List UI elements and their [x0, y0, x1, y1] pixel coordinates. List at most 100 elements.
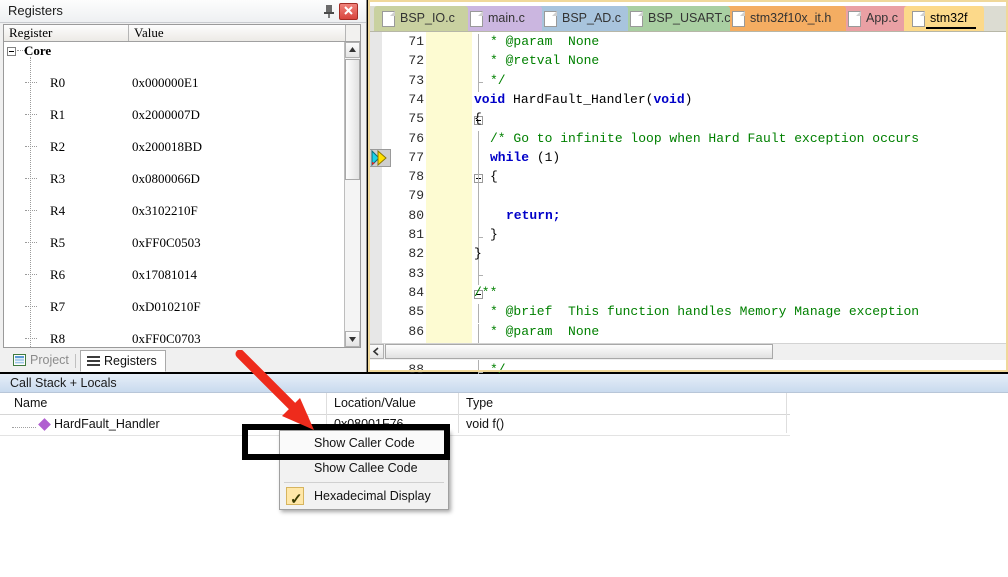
registers-vertical-scrollbar[interactable] [344, 42, 360, 347]
register-value[interactable]: 0x2000007D [132, 107, 200, 123]
editor-tab-bsp-usart-c[interactable]: BSP_USART.c [622, 6, 730, 31]
annotation-highlight-box [242, 424, 450, 460]
code-line-text[interactable]: while (1) [490, 150, 560, 165]
code-line-text[interactable]: { [490, 169, 498, 184]
line-number: 74 [408, 91, 424, 107]
tab-registers-label: Registers [104, 354, 157, 368]
call-stack-name: HardFault_Handler [54, 417, 160, 431]
code-fold-end [478, 275, 483, 277]
menu-item-label: Show Callee Code [314, 461, 418, 475]
hscrollbar-thumb[interactable] [385, 344, 773, 359]
register-value[interactable]: 0x200018BD [132, 139, 202, 155]
register-row[interactable]: R8 0xFF0C0703 [4, 331, 346, 347]
register-name: R2 [50, 139, 66, 154]
register-row[interactable]: R7 0xD010210F [4, 299, 346, 315]
code-lines[interactable]: 71 * @param None 72 * @retval None 73 */ 74 voi… [368, 32, 1008, 416]
menu-item-hexadecimal-display[interactable]: ✓ Hexadecimal Display [280, 484, 448, 509]
line-number: 76 [408, 130, 424, 146]
code-fold-line [478, 323, 479, 343]
pin-icon[interactable] [322, 4, 336, 18]
scroll-up-icon[interactable] [345, 42, 360, 58]
line-number: 86 [408, 323, 424, 339]
code-line-text[interactable]: } [490, 227, 498, 242]
code-line-text[interactable]: return; [506, 208, 561, 223]
call-stack-type: void f() [466, 417, 505, 431]
tab-project-label: Project [30, 353, 69, 367]
column-header-name[interactable]: Name [14, 396, 47, 410]
scrollbar-thumb[interactable] [345, 59, 360, 180]
register-row[interactable]: R6 0x17081014 [4, 267, 346, 283]
column-header-value[interactable]: Value [129, 25, 346, 41]
editor-tab-label: main.c [488, 11, 525, 25]
register-value[interactable]: 0xFF0C0703 [132, 331, 201, 347]
register-value[interactable]: 0x0800066D [132, 171, 200, 187]
editor-tab-label: BSP_AD.c [562, 11, 622, 25]
close-icon[interactable] [339, 3, 358, 20]
stack-frame-icon [38, 418, 51, 431]
line-number: 75 [408, 111, 424, 127]
code-line-text[interactable]: } [474, 246, 482, 261]
scroll-left-icon[interactable] [368, 344, 384, 359]
column-header-type[interactable]: Type [466, 396, 493, 410]
editor-tab-stm32f10x-it-h[interactable]: stm32f10x_it.h [724, 6, 846, 31]
register-value[interactable]: 0x17081014 [132, 267, 197, 283]
code-fold-line [478, 169, 479, 189]
code-line-text[interactable]: * @retval None [490, 53, 599, 68]
menu-separator [284, 482, 444, 483]
scroll-down-icon[interactable] [345, 331, 360, 347]
line-number: 73 [408, 72, 424, 88]
register-row[interactable]: R5 0xFF0C0503 [4, 235, 346, 251]
register-row[interactable]: R2 0x200018BD [4, 139, 346, 155]
registers-bottom-tabs: Project Registers [3, 350, 363, 372]
editor-tab-strip[interactable]: BSP_IO.c main.c BSP_AD.c BSP_USART.c stm32f1… [368, 6, 1008, 31]
file-icon [912, 11, 925, 27]
code-fold-line [478, 149, 479, 170]
tab-project[interactable]: Project [7, 350, 77, 372]
register-name: R8 [50, 331, 66, 346]
column-header-register[interactable]: Register [4, 25, 129, 41]
file-icon [630, 11, 643, 27]
code-view[interactable]: 71 * @param None 72 * @retval None 73 */ 74 voi… [368, 31, 1008, 416]
active-tab-underline [926, 27, 976, 29]
register-value[interactable]: 0x3102210F [132, 203, 198, 219]
code-fold-end [478, 82, 483, 84]
register-value[interactable]: 0xD010210F [132, 299, 201, 315]
code-line-text[interactable]: * @param None [490, 324, 599, 339]
register-value[interactable]: 0xFF0C0503 [132, 235, 201, 251]
register-row[interactable]: R3 0x0800066D [4, 171, 346, 187]
code-line-text[interactable]: * @param None [490, 34, 599, 49]
tab-registers[interactable]: Registers [80, 350, 166, 372]
register-row[interactable]: R0 0x000000E1 [4, 75, 346, 91]
register-row[interactable]: R1 0x2000007D [4, 107, 346, 123]
code-fold-end [478, 371, 483, 373]
code-line-text[interactable]: /* Go to infinite loop when Hard Fault e… [490, 131, 919, 146]
column-header-location-value[interactable]: Location/Value [334, 396, 416, 410]
collapse-icon[interactable] [7, 47, 16, 56]
code-line-text[interactable]: void HardFault_Handler(void) [474, 92, 692, 107]
register-value[interactable]: 0x000000E1 [132, 75, 198, 91]
line-number: 82 [408, 246, 424, 262]
code-fold-line [478, 188, 479, 208]
registers-tree: Register Value Core R0 0x000000E1 R1 0x20000… [3, 24, 361, 348]
code-line-text[interactable]: * @brief This function handles Memory Ma… [490, 304, 919, 319]
code-horizontal-scrollbar[interactable] [368, 343, 1008, 360]
code-line-text[interactable]: { [474, 111, 482, 126]
registers-row-list[interactable]: Core R0 0x000000E1 R1 0x2000007D R2 0x200018BD… [4, 43, 346, 347]
register-row[interactable]: Core [4, 43, 346, 59]
code-line-text[interactable]: */ [490, 73, 506, 88]
register-name: R6 [50, 267, 66, 282]
editor-tab-main-c[interactable]: main.c [462, 6, 542, 31]
register-row[interactable]: R4 0x3102210F [4, 203, 346, 219]
register-name: Core [24, 43, 52, 58]
editor-tab-app-c[interactable]: App.c [840, 6, 910, 31]
menu-item-label: Hexadecimal Display [314, 489, 431, 503]
editor-tab-stm32f[interactable]: stm32f [904, 6, 984, 31]
code-fold-line [478, 34, 479, 54]
code-line-text[interactable]: /** [474, 285, 497, 300]
registers-icon [87, 353, 100, 366]
execution-pointer-icon [369, 148, 391, 167]
code-fold-line [478, 207, 479, 227]
file-icon [732, 11, 745, 27]
editor-tab-bsp-io-c[interactable]: BSP_IO.c [374, 6, 468, 31]
editor-tab-bsp-ad-c[interactable]: BSP_AD.c [536, 6, 628, 31]
